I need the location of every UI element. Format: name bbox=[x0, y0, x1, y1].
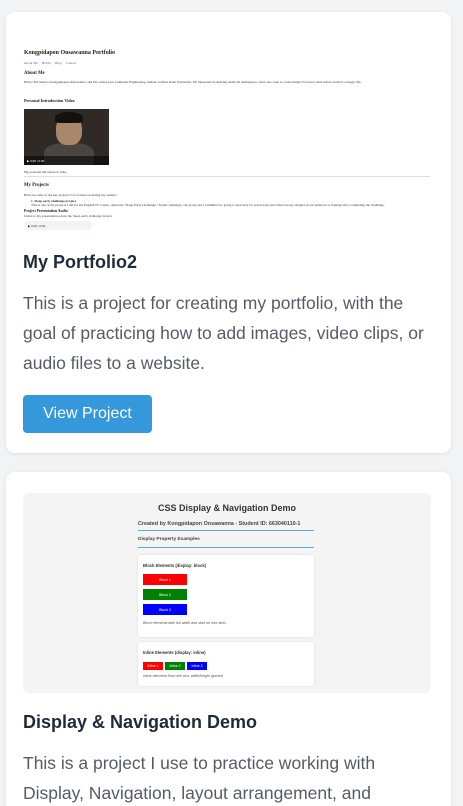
project-card-display-navigation: CSS Display & Navigation Demo Created by… bbox=[6, 472, 451, 806]
preview-projects-text: Here are some of the key projects I've w… bbox=[24, 193, 117, 197]
block-note: Block elements take full width and start… bbox=[143, 621, 227, 625]
demo-subheading: Created by Kongpidapon Onsawanna - Stude… bbox=[138, 521, 301, 527]
demo-section-title: Display Property Examples bbox=[138, 537, 200, 542]
block-1: Block 1 bbox=[143, 574, 187, 585]
project-gallery: Kongpidapon Onsawanna Portfolio About Me… bbox=[0, 0, 463, 806]
inline-example-box: Inline Elements (display: inline) Inline… bbox=[138, 642, 314, 686]
block-label: Block Elements (display: block) bbox=[143, 563, 207, 568]
preview-nav: About Me Hobby Blog Contact bbox=[24, 61, 80, 65]
preview-projects-heading: My Projects bbox=[24, 183, 49, 188]
preview-nav-hobby: Hobby bbox=[41, 61, 52, 65]
inline-label: Inline Elements (display: inline) bbox=[143, 650, 206, 655]
preview-video-heading: Personal Introduction Video bbox=[24, 98, 75, 103]
preview-video-caption: My personal introduction video bbox=[24, 170, 67, 174]
preview-nav-contact: Contact bbox=[65, 61, 77, 65]
block-3: Block 3 bbox=[143, 604, 187, 615]
inline-2: Inline 2 bbox=[165, 662, 185, 670]
inline-note: Inline elements flow with text, width/he… bbox=[143, 674, 223, 678]
css-demo-preview: CSS Display & Navigation Demo Created by… bbox=[23, 493, 431, 693]
project-thumbnail-portfolio: Kongpidapon Onsawanna Portfolio About Me… bbox=[23, 28, 431, 233]
project-title: Display & Navigation Demo bbox=[23, 712, 258, 732]
project-title: My Portfolio2 bbox=[23, 252, 138, 272]
preview-about-text: Hello! My name is Kongpidapon Onsawanna,… bbox=[24, 80, 362, 84]
preview-audio-player: ▶ 0:00 / 0:00 bbox=[24, 221, 92, 230]
preview-heading: Kongpidapon Onsawanna Portfolio bbox=[24, 50, 116, 56]
project-description: This is a project I use to practice work… bbox=[23, 753, 376, 803]
view-project-button[interactable]: View Project bbox=[23, 395, 152, 433]
video-time: 0:00 / 0:00 bbox=[30, 158, 45, 163]
demo-heading: CSS Display & Navigation Demo bbox=[157, 503, 297, 513]
audio-time: 0:00 / 0:00 bbox=[31, 223, 46, 228]
block-2: Block 2 bbox=[143, 589, 187, 600]
inline-1: Inline 1 bbox=[143, 662, 163, 670]
preview-nav-blog: Blog bbox=[55, 61, 62, 65]
portfolio-page-preview: Kongpidapon Onsawanna Portfolio About Me… bbox=[23, 28, 431, 233]
preview-audio-text: Listen to my presentation about the Slee… bbox=[24, 214, 113, 218]
video-controls: ▶ 0:00 / 0:00 bbox=[24, 156, 109, 165]
preview-about-heading: About Me bbox=[24, 71, 45, 76]
preview-audio-heading: Project Presentation Audio bbox=[24, 209, 68, 213]
preview-video-player: ▶ 0:00 / 0:00 bbox=[24, 109, 109, 165]
preview-project-item-text: This is one of the projects I did for my… bbox=[31, 203, 385, 207]
project-thumbnail-display-navigation: CSS Display & Navigation Demo Created by… bbox=[23, 493, 431, 693]
project-description: This is a project for creating my portfo… bbox=[23, 293, 424, 373]
block-example-box: Block Elements (display: block) Block 1 … bbox=[138, 555, 314, 637]
preview-nav-about: About Me bbox=[24, 61, 38, 65]
inline-3: Inline 3 bbox=[187, 662, 207, 670]
project-card-portfolio: Kongpidapon Onsawanna Portfolio About Me… bbox=[6, 12, 451, 453]
